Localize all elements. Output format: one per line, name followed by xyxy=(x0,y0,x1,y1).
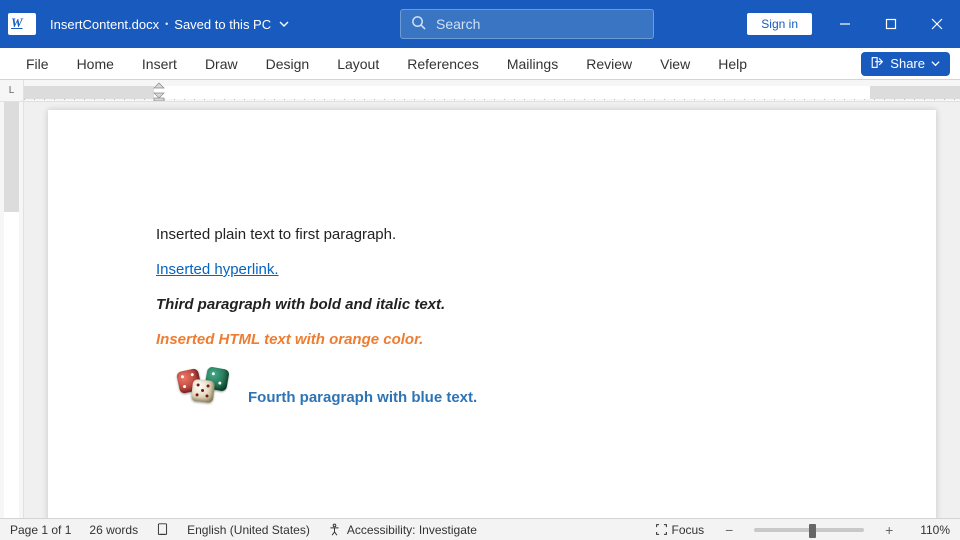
focus-label: Focus xyxy=(672,523,705,537)
status-word-count-label: 26 words xyxy=(89,523,138,537)
zoom-out-button[interactable]: − xyxy=(722,523,736,537)
tab-selector[interactable]: L xyxy=(0,80,24,101)
page-content: Inserted plain text to first paragraph. … xyxy=(48,110,936,406)
proofing-icon xyxy=(156,523,169,536)
tab-draw[interactable]: Draw xyxy=(195,50,248,78)
vertical-ruler[interactable] xyxy=(0,102,24,518)
tab-references[interactable]: References xyxy=(397,50,489,78)
search-box[interactable]: Search xyxy=(400,9,654,39)
document-workspace: Inserted plain text to first paragraph. … xyxy=(0,102,960,518)
status-page-label: Page 1 of 1 xyxy=(10,523,71,537)
document-filename: InsertContent.docx xyxy=(50,17,159,32)
chevron-down-icon xyxy=(931,56,940,71)
dice-image-icon[interactable] xyxy=(176,366,230,406)
tab-home[interactable]: Home xyxy=(67,50,124,78)
paragraph-plain[interactable]: Inserted plain text to first paragraph. xyxy=(156,226,906,243)
zoom-in-button[interactable]: + xyxy=(882,523,896,537)
document-title-area[interactable]: InsertContent.docx • Saved to this PC xyxy=(50,17,289,32)
status-bar: Page 1 of 1 26 words English (United Sta… xyxy=(0,518,960,540)
paragraph-bold-italic[interactable]: Third paragraph with bold and italic tex… xyxy=(156,296,906,313)
status-language[interactable]: English (United States) xyxy=(187,523,310,537)
search-icon xyxy=(411,15,426,33)
indent-marker-icon[interactable] xyxy=(152,81,166,101)
window-maximize-button[interactable] xyxy=(868,0,914,48)
horizontal-ruler[interactable] xyxy=(24,80,960,101)
tab-review[interactable]: Review xyxy=(576,50,642,78)
titlebar: W InsertContent.docx • Saved to this PC … xyxy=(0,0,960,48)
sign-in-label: Sign in xyxy=(761,17,798,31)
word-app-icon: W xyxy=(8,13,36,35)
paragraph-bold-italic-text: Third paragraph with bold and italic tex… xyxy=(156,296,445,313)
status-accessibility[interactable]: Accessibility: Investigate xyxy=(328,523,477,537)
status-proofing[interactable] xyxy=(156,523,169,536)
tab-insert[interactable]: Insert xyxy=(132,50,187,78)
hyperlink-text[interactable]: Inserted hyperlink. xyxy=(156,261,279,278)
horizontal-ruler-row: L xyxy=(0,80,960,102)
status-page[interactable]: Page 1 of 1 xyxy=(10,523,71,537)
share-label: Share xyxy=(890,56,925,71)
focus-icon xyxy=(655,523,668,536)
tab-help[interactable]: Help xyxy=(708,50,757,78)
tab-file[interactable]: File xyxy=(16,50,59,78)
save-state-label: Saved to this PC xyxy=(174,17,271,32)
paragraph-hyperlink[interactable]: Inserted hyperlink. xyxy=(156,261,906,278)
tab-selector-label: L xyxy=(9,85,15,96)
tab-layout[interactable]: Layout xyxy=(327,50,389,78)
ribbon-tabs: File Home Insert Draw Design Layout Refe… xyxy=(0,48,960,80)
paragraph-html-orange[interactable]: Inserted HTML text with orange color. xyxy=(156,331,906,348)
window-minimize-button[interactable] xyxy=(822,0,868,48)
search-placeholder: Search xyxy=(436,16,480,32)
tab-design[interactable]: Design xyxy=(256,50,320,78)
window-close-button[interactable] xyxy=(914,0,960,48)
accessibility-icon xyxy=(328,523,341,536)
paragraph-plain-text: Inserted plain text to first paragraph. xyxy=(156,226,396,243)
share-icon xyxy=(871,56,884,72)
status-accessibility-label: Accessibility: Investigate xyxy=(347,523,477,537)
paragraph-with-image[interactable]: Fourth paragraph with blue text. xyxy=(156,366,906,406)
document-page[interactable]: Inserted plain text to first paragraph. … xyxy=(48,110,936,518)
paragraph-orange-text: Inserted HTML text with orange color. xyxy=(156,331,423,348)
tab-view[interactable]: View xyxy=(650,50,700,78)
sign-in-button[interactable]: Sign in xyxy=(747,13,812,35)
zoom-level-label: 110% xyxy=(920,523,950,537)
focus-mode-button[interactable]: Focus xyxy=(655,523,705,537)
separator-dot: • xyxy=(165,19,168,29)
zoom-level[interactable]: 110% xyxy=(920,523,950,537)
tab-mailings[interactable]: Mailings xyxy=(497,50,568,78)
titlebar-right-cluster: Sign in xyxy=(747,0,960,48)
zoom-slider[interactable] xyxy=(754,528,864,532)
chevron-down-icon[interactable] xyxy=(279,17,289,32)
status-word-count[interactable]: 26 words xyxy=(89,523,138,537)
share-button[interactable]: Share xyxy=(861,52,950,76)
status-language-label: English (United States) xyxy=(187,523,310,537)
paragraph-blue-text: Fourth paragraph with blue text. xyxy=(248,389,477,406)
